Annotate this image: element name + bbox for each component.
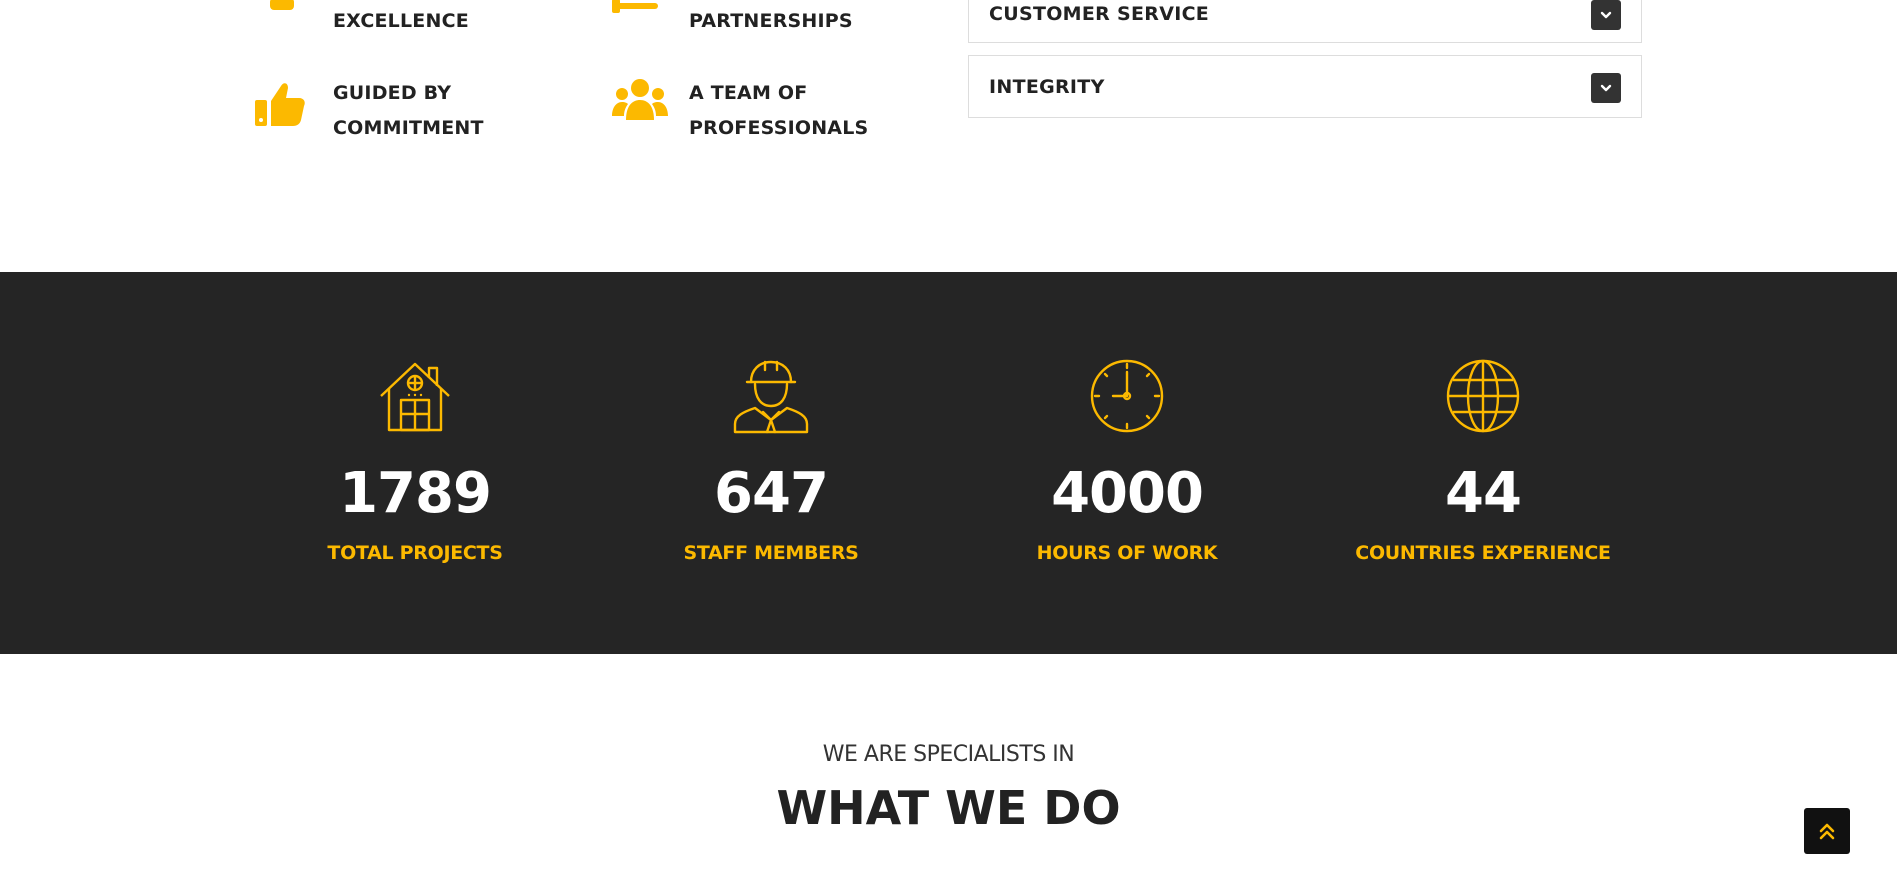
values-section: EXCELLENCE PARTNERSHIPS GUIDED BY COMMIT… bbox=[0, 0, 1897, 272]
team-icon bbox=[612, 79, 668, 120]
thumbs-up-icon bbox=[255, 83, 305, 126]
award-icon bbox=[270, 0, 294, 10]
clock-icon bbox=[1090, 359, 1164, 433]
accordion-title: INTEGRITY bbox=[989, 76, 1105, 98]
counter-countries-experience: 44 COUNTRIES EXPERIENCE bbox=[1333, 272, 1633, 654]
house-icon bbox=[380, 362, 450, 432]
counter-value: 4000 bbox=[1051, 461, 1204, 526]
feature-label-line: PARTNERSHIPS bbox=[689, 10, 853, 32]
feature-label-line: EXCELLENCE bbox=[333, 10, 469, 32]
specialists-section: WE ARE SPECIALISTS IN WHAT WE DO bbox=[0, 654, 1897, 875]
feature-label-line: COMMITMENT bbox=[333, 117, 484, 139]
chevron-down-icon bbox=[1600, 84, 1612, 92]
worker-icon bbox=[733, 360, 809, 434]
scroll-to-top-button[interactable] bbox=[1804, 808, 1850, 854]
counter-value: 44 bbox=[1445, 461, 1522, 526]
counter-staff-members: 647 STAFF MEMBERS bbox=[621, 272, 921, 654]
counter-value: 647 bbox=[714, 461, 829, 526]
counter-label: HOURS OF WORK bbox=[1036, 542, 1218, 564]
accordion-title: CUSTOMER SERVICE bbox=[989, 3, 1210, 25]
counter-label: COUNTRIES EXPERIENCE bbox=[1355, 542, 1611, 564]
chevron-down-icon bbox=[1600, 11, 1612, 19]
counter-value: 1789 bbox=[339, 461, 492, 526]
counter-hours-of-work: 4000 HOURS OF WORK bbox=[977, 272, 1277, 654]
counter-total-projects: 1789 TOTAL PROJECTS bbox=[265, 272, 565, 654]
globe-icon bbox=[1446, 359, 1520, 433]
accordion-toggle-button[interactable] bbox=[1591, 0, 1621, 30]
counters-section: 1789 TOTAL PROJECTS 647 STAFF MEMBERS 40… bbox=[0, 272, 1897, 654]
accordion-customer-service[interactable]: CUSTOMER SERVICE bbox=[968, 0, 1642, 43]
accordion-integrity[interactable]: INTEGRITY bbox=[968, 55, 1642, 118]
section-subtitle: WE ARE SPECIALISTS IN bbox=[822, 742, 1075, 767]
counter-label: STAFF MEMBERS bbox=[683, 542, 859, 564]
feature-label-line: GUIDED BY bbox=[333, 82, 452, 104]
handshake-icon bbox=[612, 0, 658, 13]
accordion-toggle-button[interactable] bbox=[1591, 73, 1621, 103]
double-chevron-up-icon bbox=[1819, 823, 1835, 840]
counter-label: TOTAL PROJECTS bbox=[327, 542, 503, 564]
feature-label-line: A TEAM OF bbox=[689, 82, 808, 104]
section-title: WHAT WE DO bbox=[776, 781, 1121, 835]
feature-label-line: PROFESSIONALS bbox=[689, 117, 869, 139]
